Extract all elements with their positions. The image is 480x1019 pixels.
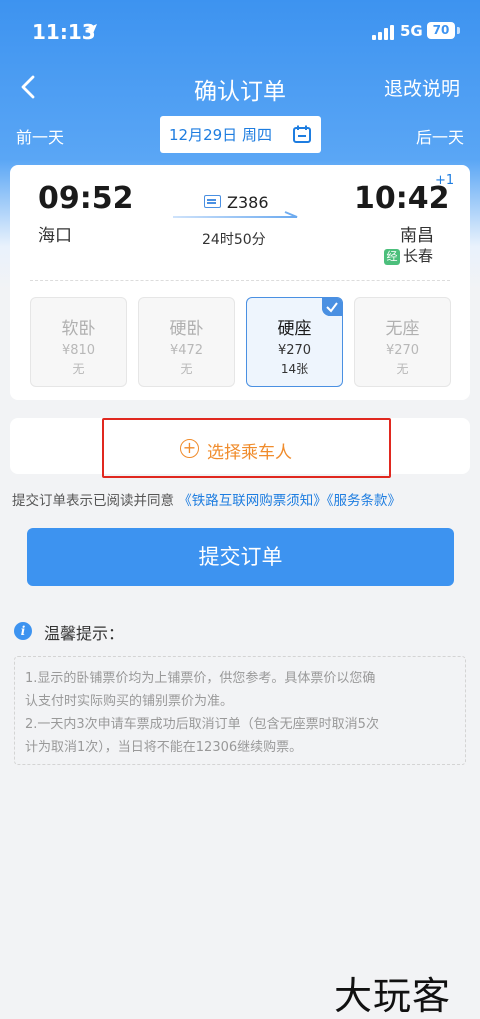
seat-name: 软卧 (61, 319, 96, 339)
network-type: 5G (400, 22, 423, 40)
signal-strength-icon (372, 24, 396, 40)
train-info-card: 09:52 海口 Z386 24时50分 10:42 +1 南昌 经长春 软卧 … (10, 165, 470, 400)
seat-price: ¥810 (61, 343, 96, 358)
agreement-text: 提交订单表示已阅读并同意 《铁路互联网购票须知》《服务条款》 (12, 489, 401, 509)
terms-link[interactable]: 《服务条款》 (327, 493, 401, 509)
route-arrow-icon (173, 211, 298, 218)
via-tag: 经 (384, 249, 400, 265)
seat-name: 无座 (385, 319, 420, 339)
location-arrow-icon (85, 24, 97, 36)
agreement-prefix: 提交订单表示已阅读并同意 (12, 493, 174, 509)
battery-tip (457, 27, 460, 34)
status-bar: 11:13 5G 70 (0, 0, 480, 64)
seat-price: ¥472 (169, 343, 204, 358)
trip-duration: 24时50分 (202, 232, 266, 248)
select-passenger-label: 选择乘车人 (207, 443, 292, 463)
departure-station: 海口 (38, 226, 72, 246)
tips-title: 温馨提示： (44, 624, 125, 643)
seat-option-hard-seat[interactable]: 硬座 ¥270 14张 (246, 297, 343, 387)
plus-circle-icon: + (180, 439, 199, 458)
arrival-day-offset: +1 (435, 173, 455, 188)
departure-time: 09:52 (38, 181, 134, 216)
via-station-name: 长春 (403, 247, 434, 265)
seat-option-soft-sleeper[interactable]: 软卧 ¥810 无 (30, 297, 127, 387)
date-picker[interactable]: 12月29日 周四 (160, 116, 321, 153)
prev-day-button[interactable]: 前一天 (16, 124, 64, 148)
select-passenger-button[interactable]: + 选择乘车人 (102, 418, 391, 478)
seat-name: 硬卧 (169, 319, 204, 339)
ticket-icon (204, 195, 221, 208)
seat-price: ¥270 (277, 343, 312, 358)
checkmark-icon (322, 298, 342, 316)
seat-availability: 无 (72, 362, 85, 376)
tips-box: 1.显示的卧铺票价均为上铺票价，供您参考。具体票价以您确 认支付时实际购买的铺别… (14, 656, 466, 765)
via-station: 经长春 (384, 245, 433, 266)
train-number-text: Z386 (227, 193, 269, 212)
tips-line: 2.一天内3次申请车票成功后取消订单（包含无座票时取消5次 (25, 717, 379, 732)
seat-option-hard-sleeper[interactable]: 硬卧 ¥472 无 (138, 297, 235, 387)
arrival-station: 南昌 (400, 226, 434, 246)
seat-price: ¥270 (385, 343, 420, 358)
tips-line: 计为取消1次），当日将不能在12306继续购票。 (25, 740, 303, 755)
ticket-notice-link[interactable]: 《铁路互联网购票须知》 (178, 493, 327, 509)
selected-date: 12月29日 周四 (169, 126, 272, 144)
refund-rules-link[interactable]: 退改说明 (384, 74, 460, 101)
submit-order-button[interactable]: 提交订单 (27, 528, 454, 586)
seat-option-no-seat[interactable]: 无座 ¥270 无 (354, 297, 451, 387)
seat-availability: 14张 (280, 362, 309, 376)
calendar-icon (293, 125, 311, 143)
seat-availability: 无 (396, 362, 409, 376)
watermark: 大玩客 (334, 974, 452, 1018)
tips-line: 认支付时实际购买的铺别票价为准。 (25, 694, 234, 709)
seat-name: 硬座 (277, 319, 312, 339)
train-number[interactable]: Z386 (204, 193, 269, 212)
tips-line: 1.显示的卧铺票价均为上铺票价，供您参考。具体票价以您确 (25, 671, 376, 686)
divider (30, 280, 450, 281)
next-day-button[interactable]: 后一天 (416, 124, 464, 148)
battery-icon: 70 (427, 22, 455, 39)
seat-availability: 无 (180, 362, 193, 376)
info-icon: i (14, 622, 32, 640)
